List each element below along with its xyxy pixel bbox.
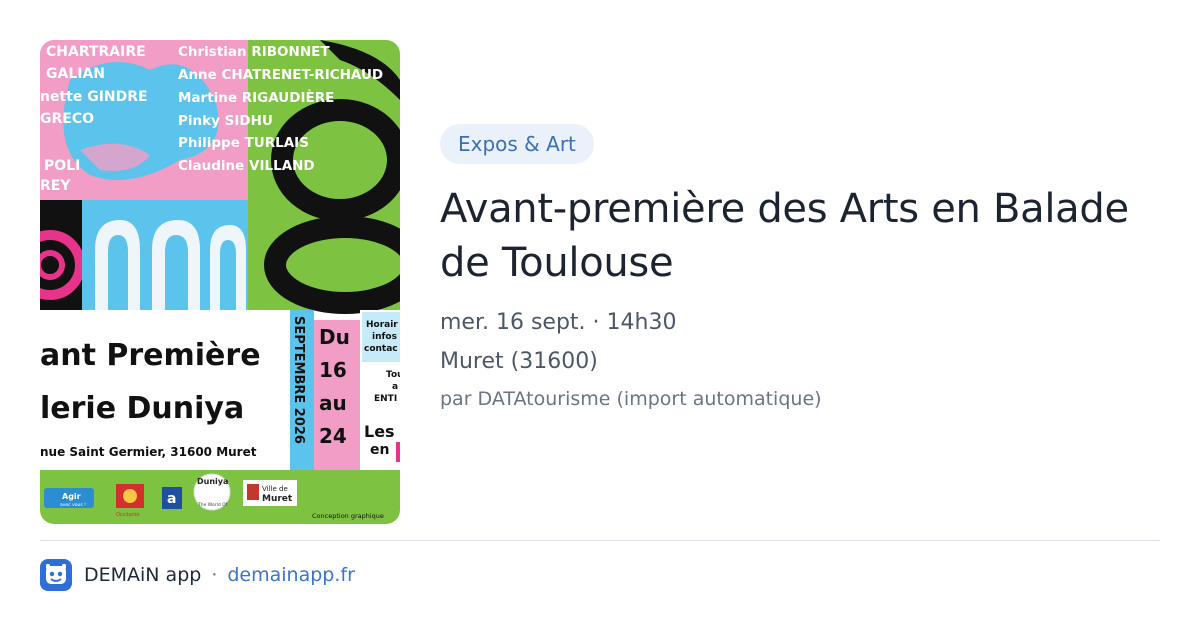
logo-duniya-text: Duniya (197, 477, 228, 486)
poster-side-text-3: contac (364, 344, 398, 354)
event-title[interactable]: Avant-première des Arts en Balade de Tou… (440, 182, 1160, 290)
poster-name-right-5: Philippe TURLAIS (178, 135, 309, 151)
poster-name-left-1: CHARTRAIRE (46, 44, 146, 60)
poster-address: nue Saint Germier, 31600 Muret (40, 445, 257, 459)
poster-date-24: 24 (319, 424, 347, 448)
logo-agir-text: Agir (62, 492, 81, 501)
footer-separator: · (211, 564, 218, 586)
category-badge[interactable]: Expos & Art (440, 124, 594, 164)
poster-name-right-1: Christian RIBONNET (178, 44, 330, 60)
poster-side-text-1: Horair (366, 320, 398, 330)
logo-a: a (162, 487, 182, 509)
demain-app-icon[interactable] (40, 559, 72, 591)
event-info: Expos & Art Avant-première des Arts en B… (440, 124, 1160, 410)
poster-credit: Conception graphique (312, 512, 384, 520)
logo-agir-sub: avec vous ! (60, 502, 86, 508)
logo-occitanie-text: Occitanie (116, 512, 139, 518)
logo-muret-line1: Ville de (262, 485, 288, 493)
poster-name-right-6: Claudine VILLAND (178, 158, 315, 174)
poster-date-du: Du (319, 325, 350, 349)
poster-name-left-6: REY (40, 178, 71, 194)
event-source: par DATAtourisme (import automatique) (440, 388, 822, 410)
poster-headline-1: ant Première (40, 338, 261, 373)
poster-side-text-5: a (392, 382, 398, 392)
poster-date-au: au (319, 391, 347, 415)
logo-muret: Ville de Muret (243, 480, 297, 506)
poster-month-vertical: SEPTEMBRE 2026 (291, 316, 306, 444)
logo-duniya: Duniya The World Of (193, 473, 231, 511)
poster-side-text-4: Tou (386, 370, 400, 380)
poster-side-text-6: ENTI (374, 394, 397, 404)
poster-name-left-2: GALIAN (46, 66, 105, 82)
logo-agir: Agir avec vous ! (44, 488, 94, 508)
site-link[interactable]: demainapp.fr (227, 564, 355, 586)
poster-name-right-2: Anne CHATRENET-RICHAUD (178, 67, 383, 83)
footer: DEMAiN app · demainapp.fr (40, 558, 355, 592)
poster-side-text-8: en (370, 442, 389, 458)
poster-headline-2: lerie Duniya (40, 391, 244, 426)
footer-divider (40, 540, 1160, 541)
poster-side-text-2: infos (372, 332, 397, 342)
event-poster-image: CHARTRAIRE GALIAN nette GINDRE GRECO POL… (40, 40, 400, 524)
event-location: Muret (31600) (440, 349, 598, 374)
poster-name-left-5: POLI (44, 158, 80, 174)
poster-name-left-3: nette GINDRE (40, 89, 148, 105)
poster-name-right-3: Martine RIGAUDIÈRE (178, 89, 334, 106)
poster-side-text-7: Les (364, 422, 395, 441)
app-name[interactable]: DEMAiN app (84, 564, 201, 586)
poster-name-right-4: Pinky SIDHU (178, 113, 273, 129)
logo-a-text: a (167, 491, 176, 507)
logo-muret-line2: Muret (262, 494, 293, 504)
logo-duniya-sub: The World Of (197, 502, 228, 508)
event-datetime: mer. 16 sept. · 14h30 (440, 310, 677, 335)
poster-date-16: 16 (319, 358, 347, 382)
poster-name-left-4: GRECO (40, 111, 94, 127)
